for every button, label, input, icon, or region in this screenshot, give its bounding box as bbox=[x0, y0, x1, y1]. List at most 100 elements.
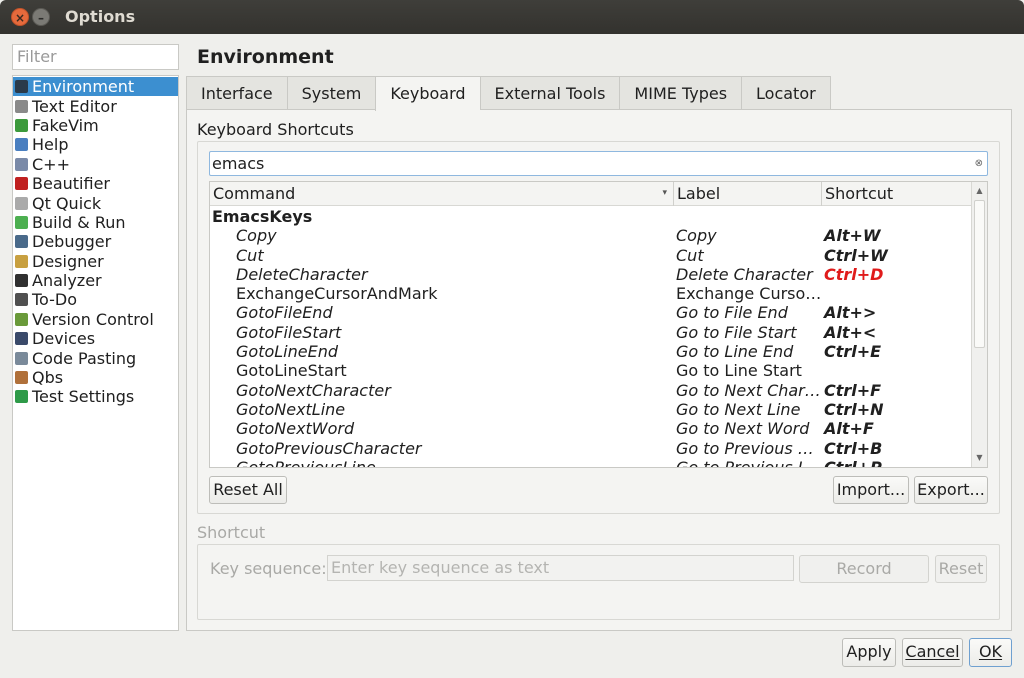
sidebar-item-c[interactable]: C++ bbox=[13, 155, 178, 174]
cell-shortcut: Ctrl+P bbox=[824, 457, 882, 468]
sidebar-item-text-editor[interactable]: Text Editor bbox=[13, 96, 178, 116]
keyboard-shortcuts-title: Keyboard Shortcuts bbox=[197, 120, 354, 139]
close-window-icon[interactable]: × bbox=[11, 8, 29, 26]
table-row[interactable]: GotoNextLine Go to Next Line Ctrl+N bbox=[210, 400, 972, 419]
export-button[interactable]: Export... bbox=[914, 476, 988, 504]
qbs-hammer-icon bbox=[15, 371, 28, 385]
cancel-button[interactable]: Cancel bbox=[902, 638, 963, 667]
sidebar-item-label: Help bbox=[32, 135, 69, 155]
cell-command: GotoPreviousLine bbox=[236, 457, 376, 468]
shortcut-group-title: Shortcut bbox=[197, 523, 266, 542]
reset-all-button[interactable]: Reset All bbox=[209, 476, 287, 504]
scroll-down-icon[interactable]: ▼ bbox=[972, 451, 987, 465]
shortcut-search-field[interactable]: ⊗ bbox=[209, 151, 988, 176]
cell-command: Cut bbox=[236, 245, 264, 265]
group-name: EmacsKeys bbox=[212, 207, 313, 226]
table-row[interactable]: ExchangeCursorAndMark Exchange Curso… bbox=[210, 284, 972, 303]
tab-external-tools[interactable]: External Tools bbox=[479, 76, 620, 110]
column-shortcut[interactable]: Shortcut bbox=[822, 182, 972, 206]
cell-label: Go to Previous C… bbox=[676, 438, 824, 458]
sidebar-item-devices[interactable]: Devices bbox=[13, 329, 178, 348]
sidebar-item-to-do[interactable]: To-Do bbox=[13, 290, 178, 309]
ok-button[interactable]: OK bbox=[969, 638, 1012, 667]
cell-label: Delete Character bbox=[676, 264, 813, 284]
cell-shortcut: Ctrl+E bbox=[824, 342, 882, 362]
table-row[interactable]: GotoNextCharacter Go to Next Char… Ctrl+F bbox=[210, 381, 972, 400]
sidebar-item-fakevim[interactable]: FakeVim bbox=[13, 116, 178, 135]
shortcut-search-input[interactable] bbox=[210, 152, 950, 174]
tab-system[interactable]: System bbox=[286, 76, 376, 110]
designer-icon bbox=[15, 254, 28, 268]
sidebar-item-qt-quick[interactable]: Qt Quick bbox=[13, 193, 178, 213]
shortcut-table[interactable]: Command ▾ Label Shortcut EmacsKeys Copy Co… bbox=[209, 181, 988, 468]
qtquick-icon bbox=[15, 196, 28, 210]
sidebar-item-debugger[interactable]: Debugger bbox=[13, 232, 178, 251]
minimize-window-icon[interactable]: – bbox=[32, 8, 50, 26]
apply-button[interactable]: Apply bbox=[842, 638, 896, 667]
vertical-scrollbar[interactable]: ▲ ▼ bbox=[971, 182, 987, 467]
tab-locator[interactable]: Locator bbox=[741, 76, 831, 110]
import-button[interactable]: Import... bbox=[833, 476, 909, 504]
cell-label: Cut bbox=[676, 245, 704, 265]
cell-label: Exchange Curso… bbox=[676, 284, 822, 304]
table-row[interactable]: GotoPreviousCharacter Go to Previous C… Ct… bbox=[210, 439, 972, 458]
scroll-up-icon[interactable]: ▲ bbox=[972, 184, 987, 198]
clear-search-icon[interactable]: ⊗ bbox=[975, 158, 983, 169]
key-sequence-label: Key sequence: bbox=[210, 559, 327, 578]
tab-keyboard[interactable]: Keyboard bbox=[375, 76, 480, 111]
cpp-icon bbox=[15, 157, 28, 171]
vim-icon bbox=[15, 118, 28, 132]
sidebar-item-label: Text Editor bbox=[32, 96, 117, 116]
table-row[interactable]: Copy Copy Alt+W bbox=[210, 226, 972, 245]
sidebar-item-version-control[interactable]: Version Control bbox=[13, 310, 178, 329]
text-doc-icon bbox=[15, 99, 28, 113]
filter-input[interactable]: Filter bbox=[12, 44, 179, 70]
sidebar-item-label: Version Control bbox=[32, 309, 154, 329]
sidebar-item-label: Devices bbox=[32, 329, 96, 349]
sidebar-item-build-run[interactable]: Build & Run bbox=[13, 213, 178, 232]
sidebar-item-beautifier[interactable]: Beautifier bbox=[13, 174, 178, 193]
sidebar-item-label: Analyzer bbox=[32, 271, 102, 291]
column-label[interactable]: Label bbox=[674, 182, 822, 206]
cell-label: Go to Next Char… bbox=[676, 380, 821, 400]
page-title: Environment bbox=[197, 46, 334, 68]
column-command[interactable]: Command ▾ bbox=[210, 182, 674, 206]
key-sequence-input[interactable]: Enter key sequence as text bbox=[327, 555, 794, 581]
sidebar-item-qbs[interactable]: Qbs bbox=[13, 368, 178, 387]
cell-command: GotoFileEnd bbox=[236, 303, 333, 323]
version-control-icon bbox=[15, 312, 28, 326]
sidebar-item-code-pasting[interactable]: Code Pasting bbox=[13, 348, 178, 368]
cell-command: GotoNextWord bbox=[236, 419, 355, 439]
reset-shortcut-button[interactable]: Reset bbox=[935, 555, 987, 583]
record-button[interactable]: Record bbox=[799, 555, 929, 583]
table-row[interactable]: GotoLineEnd Go to Line End Ctrl+E bbox=[210, 342, 972, 361]
scrollbar-thumb[interactable] bbox=[974, 200, 985, 348]
sidebar-item-environment[interactable]: Environment bbox=[13, 77, 178, 97]
cell-label: Go to Previous Line bbox=[676, 457, 824, 468]
cell-label: Go to Next Word bbox=[676, 419, 810, 439]
sidebar-item-label: Build & Run bbox=[32, 212, 126, 232]
table-group-row[interactable]: EmacsKeys bbox=[210, 207, 972, 226]
cell-command: Copy bbox=[236, 226, 277, 246]
sidebar-item-analyzer[interactable]: Analyzer bbox=[13, 271, 178, 290]
help-globe-icon bbox=[15, 138, 28, 152]
table-row[interactable]: GotoPreviousLine Go to Previous Line Ctrl+… bbox=[210, 457, 972, 468]
table-row[interactable]: GotoLineStart Go to Line Start bbox=[210, 361, 972, 380]
table-row[interactable]: GotoNextWord Go to Next Word Alt+F bbox=[210, 419, 972, 438]
sidebar-item-test-settings[interactable]: Test Settings bbox=[13, 387, 178, 406]
cell-command: GotoNextCharacter bbox=[236, 380, 391, 400]
table-row[interactable]: DeleteCharacter Delete Character Ctrl+D bbox=[210, 265, 972, 284]
cell-shortcut: Ctrl+B bbox=[824, 438, 883, 458]
cell-shortcut bbox=[824, 284, 972, 303]
sidebar-item-designer[interactable]: Designer bbox=[13, 252, 178, 271]
title-bar: × – Options bbox=[0, 0, 1024, 34]
table-row[interactable]: GotoFileStart Go to File Start Alt+< bbox=[210, 323, 972, 342]
table-row[interactable]: Cut Cut Ctrl+W bbox=[210, 246, 972, 265]
tab-mime-types[interactable]: MIME Types bbox=[619, 76, 742, 110]
tab-interface[interactable]: Interface bbox=[186, 76, 287, 110]
category-list: Environment Text Editor FakeVim Help C++ Beau… bbox=[12, 75, 179, 631]
table-row[interactable]: GotoFileEnd Go to File End Alt+> bbox=[210, 303, 972, 322]
sidebar-item-label: Qbs bbox=[32, 368, 64, 388]
sidebar-item-help[interactable]: Help bbox=[13, 135, 178, 154]
sidebar-item-label: Environment bbox=[32, 77, 135, 97]
